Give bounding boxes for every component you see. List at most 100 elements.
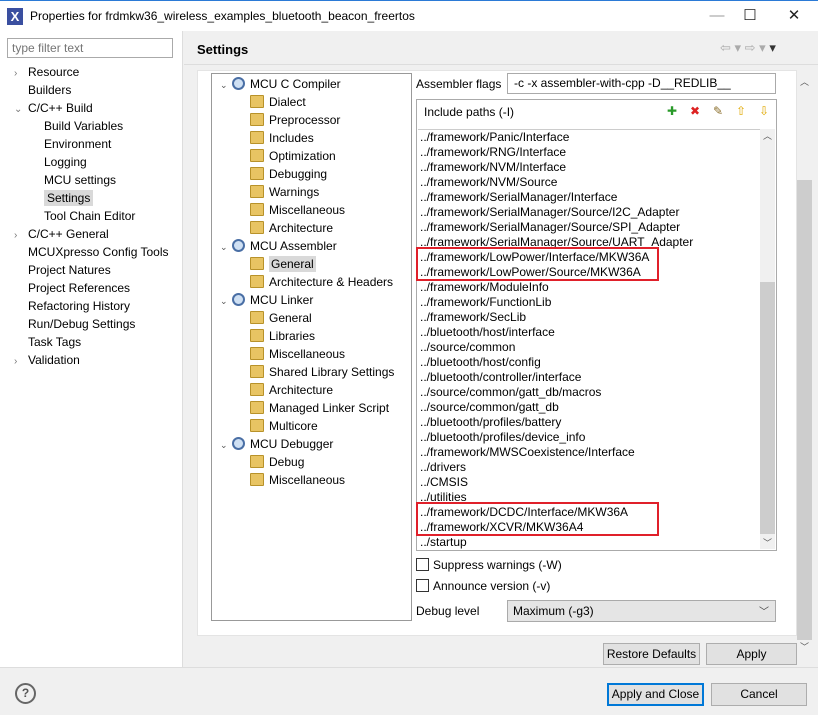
include-path-item[interactable]: ../framework/SerialManager/Source/SPI_Ad… [420,220,680,235]
nav-item-label: Validation [28,353,80,367]
suppress-warnings-checkbox[interactable] [416,558,429,571]
nav-item[interactable]: Logging [44,153,87,171]
option-node[interactable]: Architecture [250,219,333,237]
include-path-item[interactable]: ../bluetooth/host/config [420,355,541,370]
nav-item[interactable]: Refactoring History [14,297,130,315]
minimize-button[interactable]: — [702,5,732,27]
include-path-item[interactable]: ../framework/NVM/Interface [420,160,566,175]
tool-node[interactable]: ⌄ MCU C Compiler [220,75,341,93]
nav-item[interactable]: MCU settings [44,171,116,189]
include-path-item[interactable]: ../framework/ModuleInfo [420,280,549,295]
option-node[interactable]: Miscellaneous [250,471,345,489]
include-path-item[interactable]: ../startup [420,535,467,549]
announce-version-checkbox[interactable] [416,579,429,592]
view-menu-icon[interactable]: ▾ [769,40,776,55]
tool-node[interactable]: ⌄ MCU Assembler [220,237,337,255]
app-icon: X [7,8,23,25]
nav-item[interactable]: › C/C++ General [14,225,109,243]
apply-button[interactable]: Apply [706,643,797,665]
tool-node[interactable]: ⌄ MCU Linker [220,291,313,309]
page-scroll-thumb[interactable] [797,180,812,640]
include-path-item[interactable]: ../framework/Panic/Interface [420,130,569,145]
include-path-item[interactable]: ../framework/MWSCoexistence/Interface [420,445,635,460]
option-node[interactable]: Debugging [250,165,327,183]
history-nav[interactable]: ⇦ ▾ ⇨ ▾ ▾ [720,40,776,56]
nav-item[interactable]: › Validation [14,351,80,369]
option-node[interactable]: Multicore [250,417,318,435]
close-button[interactable]: ✕ [779,5,809,27]
include-path-item[interactable]: ../framework/SerialManager/Source/I2C_Ad… [420,205,679,220]
nav-item[interactable]: Builders [14,81,71,99]
include-path-item[interactable]: ../framework/SerialManager/Interface [420,190,617,205]
back-arrow-icon[interactable]: ⇦ ▾ [720,40,741,55]
expand-chevron-icon[interactable]: › [14,353,28,371]
option-node[interactable]: Warnings [250,183,319,201]
include-path-item[interactable]: ../drivers [420,460,466,475]
add-icon[interactable]: ✚ [664,103,680,119]
forward-arrow-icon[interactable]: ⇨ ▾ [745,40,766,55]
include-list-scroll-thumb[interactable] [760,282,775,534]
edit-icon[interactable]: ✎ [710,103,726,119]
move-up-icon[interactable]: ⇧ [733,103,749,119]
nav-item[interactable]: › Resource [14,63,79,81]
option-node[interactable]: Debug [250,453,304,471]
option-node[interactable]: Architecture & Headers [250,273,393,291]
option-node[interactable]: Dialect [250,93,306,111]
filter-input[interactable] [7,38,173,58]
assembler-flags-input[interactable]: -c -x assembler-with-cpp -D__REDLIB__ [507,73,776,94]
option-node[interactable]: Architecture [250,381,333,399]
include-path-item[interactable]: ../bluetooth/controller/interface [420,370,581,385]
nav-item[interactable]: Settings [44,189,94,207]
help-icon[interactable]: ? [15,683,36,704]
nav-item[interactable]: ⌄ C/C++ Build [14,99,93,117]
settings-folder-icon [250,329,264,342]
option-node[interactable]: General [250,255,316,273]
option-node[interactable]: Preprocessor [250,111,340,129]
nav-item[interactable]: Project References [14,279,130,297]
nav-item-label: Project References [28,281,131,295]
delete-icon[interactable]: ✖ [687,103,703,119]
include-path-item[interactable]: ../bluetooth/profiles/battery [420,415,561,430]
include-paths-list[interactable]: ../framework/Panic/Interface ../framework… [418,129,761,549]
nav-item[interactable]: Build Variables [44,117,123,135]
nav-item[interactable]: MCUXpresso Config Tools [14,243,169,261]
scroll-down-icon[interactable]: ﹀ [797,640,812,660]
option-node[interactable]: Miscellaneous [250,201,345,219]
option-node[interactable]: Managed Linker Script [250,399,389,417]
nav-item[interactable]: Run/Debug Settings [14,315,135,333]
collapse-chevron-icon[interactable]: ⌄ [220,292,232,310]
option-node[interactable]: Includes [250,129,314,147]
nav-item[interactable]: Task Tags [14,333,81,351]
option-node[interactable]: Miscellaneous [250,345,345,363]
option-node[interactable]: Optimization [250,147,336,165]
collapse-chevron-icon[interactable]: ⌄ [220,76,232,94]
debug-level-select[interactable]: Maximum (-g3) ﹀ [507,600,776,622]
option-node[interactable]: Libraries [250,327,315,345]
node-label: Architecture & Headers [269,275,394,289]
collapse-chevron-icon[interactable]: ⌄ [220,238,232,256]
apply-and-close-button[interactable]: Apply and Close [607,683,704,706]
nav-item[interactable]: Tool Chain Editor [44,207,135,225]
include-path-item[interactable]: ../framework/RNG/Interface [420,145,566,160]
maximize-button[interactable]: ☐ [735,5,765,27]
include-path-item[interactable]: ../bluetooth/host/interface [420,325,555,340]
move-down-icon[interactable]: ⇩ [756,103,772,119]
tool-node[interactable]: ⌄ MCU Debugger [220,435,333,453]
include-path-item[interactable]: ../source/common/gatt_db [420,400,559,415]
cancel-button[interactable]: Cancel [711,683,807,706]
nav-item[interactable]: Environment [44,135,111,153]
include-path-item[interactable]: ../framework/NVM/Source [420,175,557,190]
restore-defaults-button[interactable]: Restore Defaults [603,643,700,665]
include-path-item[interactable]: ../source/common/gatt_db/macros [420,385,601,400]
settings-folder-icon [250,419,264,432]
collapse-chevron-icon[interactable]: ⌄ [220,436,232,454]
include-path-item[interactable]: ../bluetooth/profiles/device_info [420,430,585,445]
expand-chevron-icon[interactable]: ⌄ [14,101,28,119]
option-node[interactable]: General [250,309,312,327]
include-path-item[interactable]: ../CMSIS [420,475,468,490]
nav-item[interactable]: Project Natures [14,261,111,279]
include-path-item[interactable]: ../source/common [420,340,515,355]
include-path-item[interactable]: ../framework/FunctionLib [420,295,551,310]
option-node[interactable]: Shared Library Settings [250,363,394,381]
include-path-item[interactable]: ../framework/SecLib [420,310,526,325]
